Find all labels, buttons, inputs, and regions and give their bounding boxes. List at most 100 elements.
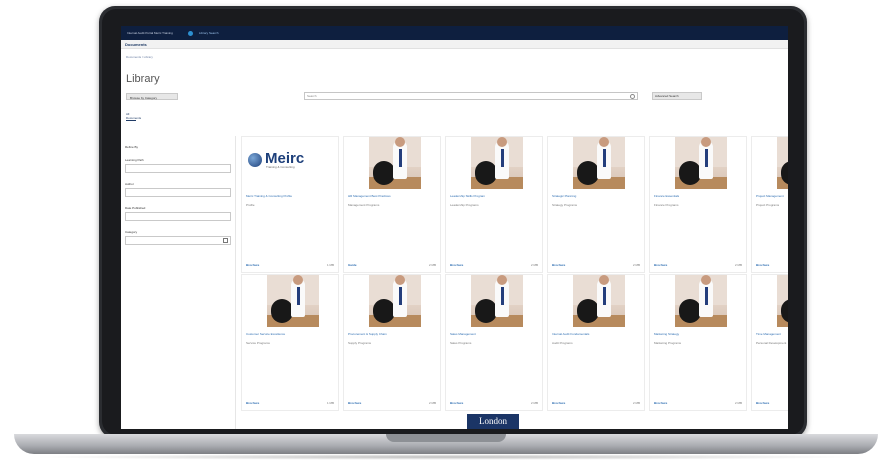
- document-thumbnail[interactable]: [369, 275, 421, 327]
- logo-tagline: Training & Consulting: [266, 165, 295, 169]
- card-type[interactable]: Brochure: [756, 263, 769, 267]
- document-card[interactable]: Time Management Personal Development Broch…: [751, 274, 788, 411]
- page-title: Library: [126, 73, 160, 85]
- card-size: 2 MB: [734, 401, 742, 405]
- filter-sidebar: Refine By Learning Path Author Date Publ…: [121, 136, 236, 429]
- document-card[interactable]: Finance Essentials Finance Programs Brochu…: [649, 136, 747, 273]
- document-card[interactable]: HR Management Best Practices Management P…: [343, 136, 441, 273]
- card-meta: Finance Programs: [654, 203, 679, 207]
- card-meta: Personal Development: [756, 341, 787, 345]
- app-icon[interactable]: [188, 30, 193, 36]
- header-link[interactable]: Library Search: [199, 31, 219, 35]
- card-footer: Brochure 2 MB: [654, 401, 742, 405]
- filter-input-learning-path[interactable]: [125, 164, 231, 173]
- card-title[interactable]: Meirc Training & Consulting Profile: [246, 194, 334, 198]
- card-type[interactable]: Brochure: [756, 401, 769, 405]
- document-thumbnail[interactable]: [267, 275, 319, 327]
- browse-category-button[interactable]: Browse by Category: [126, 92, 178, 100]
- card-type[interactable]: Brochure: [552, 401, 565, 405]
- card-type[interactable]: Brochure: [450, 401, 463, 405]
- card-type[interactable]: Brochure: [246, 263, 259, 267]
- card-footer: Brochure 2 MB: [654, 263, 742, 267]
- card-footer: Brochure 1 MB: [246, 401, 334, 405]
- card-footer: Guide 2 MB: [348, 263, 436, 267]
- filter-select-category[interactable]: [125, 236, 231, 245]
- card-title[interactable]: Customer Service Excellence: [246, 332, 334, 336]
- card-type[interactable]: Brochure: [246, 401, 259, 405]
- card-size: 2 MB: [428, 263, 436, 267]
- document-card[interactable]: Internal Audit Fundamentals Audit Program…: [547, 274, 645, 411]
- card-meta: Management Programs: [348, 203, 380, 207]
- card-title[interactable]: Marketing Strategy: [654, 332, 742, 336]
- laptop-shadow: [30, 454, 862, 460]
- laptop-notch: [386, 434, 506, 442]
- toolbar: Browse by Category Search Advanced Searc…: [121, 89, 788, 103]
- card-title[interactable]: Sales Management: [450, 332, 538, 336]
- card-size: 2 MB: [530, 401, 538, 405]
- filter-label-date: Date Published: [125, 206, 146, 210]
- card-title[interactable]: Internal Audit Fundamentals: [552, 332, 640, 336]
- card-meta: Supply Programs: [348, 341, 372, 345]
- document-card[interactable]: Project Management Project Programs Brochu…: [751, 136, 788, 273]
- search-input[interactable]: Search: [304, 92, 638, 100]
- card-footer: Brochure 2 MB: [450, 263, 538, 267]
- card-size: 2 MB: [530, 263, 538, 267]
- search-placeholder: Search: [307, 94, 317, 98]
- card-size: 1 MB: [326, 263, 334, 267]
- document-thumbnail[interactable]: [369, 137, 421, 189]
- document-card[interactable]: Strategic Planning Strategy Programs Broch…: [547, 136, 645, 273]
- card-type[interactable]: Brochure: [552, 263, 565, 267]
- tab-all-documents[interactable]: All Documents: [126, 112, 141, 121]
- document-thumbnail[interactable]: [471, 137, 523, 189]
- document-thumbnail[interactable]: [675, 275, 727, 327]
- filters-label: Refine By: [125, 145, 139, 149]
- card-size: 2 MB: [734, 263, 742, 267]
- document-card[interactable]: Procurement & Supply Chain Supply Program…: [343, 274, 441, 411]
- document-thumbnail[interactable]: [777, 275, 788, 327]
- card-size: 1 MB: [326, 401, 334, 405]
- london-thumbnail[interactable]: London: [467, 414, 519, 429]
- card-meta: Strategy Programs: [552, 203, 578, 207]
- card-title[interactable]: Finance Essentials: [654, 194, 742, 198]
- document-thumbnail[interactable]: [777, 137, 788, 189]
- document-card[interactable]: Marketing Strategy Marketing Programs Broc…: [649, 274, 747, 411]
- card-type[interactable]: Brochure: [450, 263, 463, 267]
- tab-bar: All Documents: [121, 103, 788, 121]
- card-title[interactable]: Procurement & Supply Chain: [348, 332, 436, 336]
- card-size: 2 MB: [632, 401, 640, 405]
- card-title[interactable]: Time Management: [756, 332, 788, 336]
- filter-label-learning-path: Learning Path: [125, 158, 144, 162]
- card-meta: Marketing Programs: [654, 341, 682, 345]
- search-icon[interactable]: [630, 94, 635, 99]
- card-type[interactable]: Brochure: [348, 401, 361, 405]
- card-meta: Sales Programs: [450, 341, 472, 345]
- card-title[interactable]: Strategic Planning: [552, 194, 640, 198]
- card-type[interactable]: Guide: [348, 263, 357, 267]
- filter-input-date[interactable]: [125, 212, 231, 221]
- filter-label-author: Author: [125, 182, 134, 186]
- card-meta: Audit Programs: [552, 341, 573, 345]
- card-title[interactable]: Leadership Skills Program: [450, 194, 538, 198]
- document-thumbnail[interactable]: [573, 275, 625, 327]
- document-card[interactable]: Customer Service Excellence Service Progr…: [241, 274, 339, 411]
- card-type[interactable]: Brochure: [654, 263, 667, 267]
- card-title[interactable]: HR Management Best Practices: [348, 194, 436, 198]
- card-type[interactable]: Brochure: [654, 401, 667, 405]
- document-thumbnail[interactable]: [675, 137, 727, 189]
- filter-label-category: Category: [125, 230, 138, 234]
- document-thumbnail[interactable]: [471, 275, 523, 327]
- advanced-search-button[interactable]: Advanced Search: [652, 92, 702, 100]
- card-footer: Brochure2 MB: [756, 263, 788, 267]
- card-meta: Project Programs: [756, 203, 780, 207]
- top-bar: Internal Audit Portal Meirc Training Lib…: [121, 26, 788, 40]
- filter-input-author[interactable]: [125, 188, 231, 197]
- document-card[interactable]: Meirc Training & Consulting Meirc Training…: [241, 136, 339, 273]
- card-size: 2 MB: [428, 401, 436, 405]
- document-thumbnail[interactable]: [573, 137, 625, 189]
- document-card[interactable]: Sales Management Sales Programs Brochure 2 …: [445, 274, 543, 411]
- document-card[interactable]: Leadership Skills Program Leadership Prog…: [445, 136, 543, 273]
- breadcrumb[interactable]: Documents / Library: [121, 49, 788, 65]
- meirc-logo: Meirc Training & Consulting: [248, 150, 336, 169]
- card-meta: Profile: [246, 203, 255, 207]
- card-title[interactable]: Project Management: [756, 194, 788, 198]
